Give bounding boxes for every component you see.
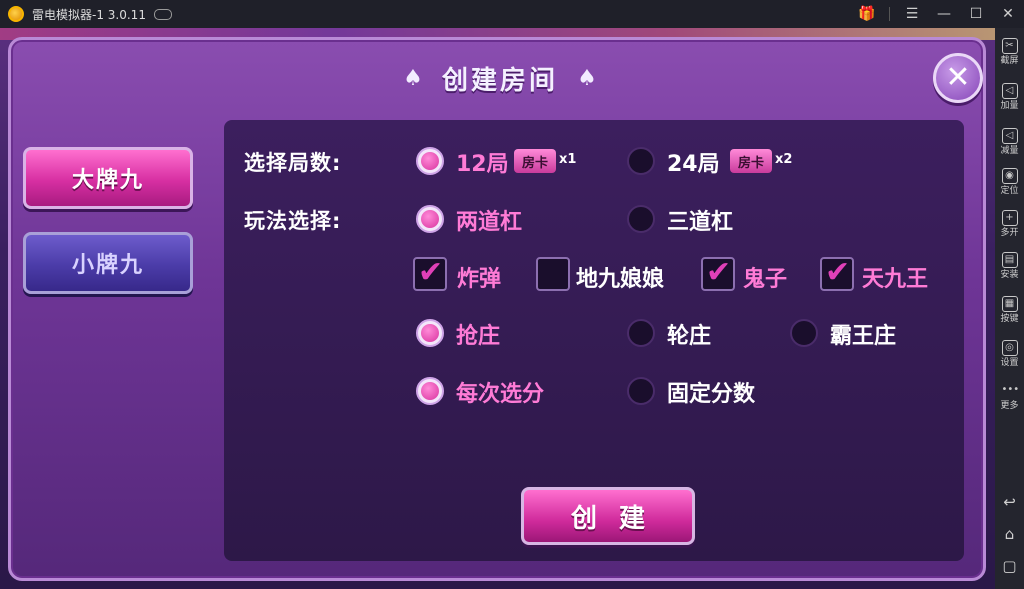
- options-panel: 选择局数: 12局 房卡 x1 24局 房卡 x2 玩法选择: 两道杠 三道杠 …: [224, 120, 964, 561]
- extra-option-label: 天九王: [862, 267, 929, 292]
- toolbar-volume-down[interactable]: ◁ 减量: [995, 128, 1024, 157]
- toolbar-label: 加量: [1000, 101, 1019, 111]
- menu-button[interactable]: ☰: [896, 0, 928, 28]
- check-icon: ✔: [825, 255, 851, 290]
- check-icon: ✔: [418, 255, 444, 290]
- toolbar-label: 更多: [1000, 401, 1019, 411]
- window-controls: 🎁 ☰ — ☐ ✕: [851, 0, 1024, 28]
- spade-icon: ♠: [577, 66, 597, 91]
- toolbar-label: 按键: [1000, 314, 1019, 324]
- spade-icon: ♠: [403, 66, 423, 91]
- dialog-title: 创建房间: [441, 66, 558, 96]
- toolbar-label: 设置: [1000, 358, 1019, 368]
- tab-da-pai-jiu[interactable]: 大牌九: [23, 147, 193, 209]
- toolbar-label: 定位: [1000, 186, 1019, 196]
- toolbar-label: 减量: [1000, 146, 1019, 156]
- create-room-dialog: ♠ 创建房间 ♠ ✕ 大牌九 小牌九 选择局数: 12局 房卡 x1 24局 房…: [8, 37, 986, 581]
- checkbox-bomb[interactable]: ✔: [413, 255, 447, 291]
- game-area: ♠ 创建房间 ♠ ✕ 大牌九 小牌九 选择局数: 12局 房卡 x1 24局 房…: [0, 28, 995, 589]
- radio-12-rounds[interactable]: [416, 147, 444, 175]
- toolbar-label: 多开: [1000, 228, 1019, 238]
- score-option-label: 每次选分: [456, 382, 545, 407]
- radio-fixed-score[interactable]: [627, 377, 655, 405]
- gift-icon[interactable]: 🎁: [851, 0, 883, 28]
- divider: [889, 7, 890, 21]
- window-title: 雷电模拟器-1 3.0.11: [32, 7, 146, 22]
- radio-rotate-banker[interactable]: [627, 319, 655, 347]
- back-icon[interactable]: ↩: [1001, 494, 1018, 511]
- toolbar-multi-open[interactable]: + 多开: [995, 210, 1024, 239]
- radio-choose-score-each-time[interactable]: [416, 377, 444, 405]
- app-logo-icon: [8, 6, 24, 22]
- radio-two-bars[interactable]: [416, 205, 444, 233]
- extra-option-label: 鬼子: [743, 267, 788, 292]
- maximize-button[interactable]: ☐: [960, 0, 992, 28]
- room-card-multiplier: x1: [559, 152, 577, 167]
- minimize-button[interactable]: —: [928, 0, 960, 28]
- window-titlebar: 雷电模拟器-1 3.0.11 🎁 ☰ — ☐ ✕: [0, 0, 1024, 28]
- gamepad-icon[interactable]: [153, 8, 172, 20]
- radio-overlord-banker[interactable]: [790, 319, 818, 347]
- toolbar-volume-up[interactable]: ◁ 加量: [995, 83, 1024, 112]
- settings-icon: ◎: [1001, 340, 1018, 356]
- multi-open-icon: +: [1001, 210, 1018, 226]
- checkbox-tian-jiu-wang[interactable]: ✔: [820, 255, 854, 291]
- extra-option-label: 地九娘娘: [576, 267, 665, 292]
- room-card-badge: 房卡: [730, 149, 772, 173]
- radio-three-bars[interactable]: [627, 205, 655, 233]
- volume-up-icon: ◁: [1001, 83, 1018, 99]
- dialog-header: ♠ 创建房间 ♠: [11, 60, 989, 97]
- room-card-multiplier: x2: [775, 152, 793, 167]
- toolbar-label: 截屏: [1000, 56, 1019, 66]
- toolbar-screenshot[interactable]: ✂ 截屏: [995, 38, 1024, 67]
- toolbar-label: 安装: [1000, 270, 1019, 280]
- score-option-label: 固定分数: [667, 382, 756, 407]
- toolbar-more[interactable]: ••• 更多: [995, 383, 1024, 412]
- toolbar-install[interactable]: ▤ 安装: [995, 252, 1024, 281]
- location-icon: ◉: [1001, 168, 1018, 184]
- apk-install-icon: ▤: [1001, 252, 1018, 268]
- toolbar-keymap[interactable]: ▦ 按键: [995, 296, 1024, 325]
- close-dialog-button[interactable]: ✕: [933, 53, 983, 103]
- play-option-label: 两道杠: [456, 210, 523, 235]
- scissors-icon: ✂: [1001, 38, 1018, 54]
- keyboard-icon: ▦: [1001, 296, 1018, 312]
- check-icon: ✔: [706, 255, 732, 290]
- checkbox-di-jiu-niang-niang[interactable]: [536, 257, 570, 291]
- checkbox-gui-zi[interactable]: ✔: [701, 255, 735, 291]
- tab-xiao-pai-jiu[interactable]: 小牌九: [23, 232, 193, 294]
- radio-grab-banker[interactable]: [416, 319, 444, 347]
- more-icon: •••: [1001, 384, 1020, 395]
- room-card-badge: 房卡: [514, 149, 556, 173]
- banker-option-label: 轮庄: [667, 324, 712, 349]
- close-icon: ✕: [945, 60, 971, 95]
- banker-option-label: 霸王庄: [830, 324, 897, 349]
- rounds-option-label: 12局: [456, 152, 509, 177]
- play-style-label: 玩法选择:: [244, 209, 342, 233]
- create-room-button[interactable]: 创建: [521, 487, 695, 545]
- recent-apps-icon[interactable]: ▢: [1001, 558, 1018, 575]
- banker-option-label: 抢庄: [456, 324, 501, 349]
- toolbar-settings[interactable]: ◎ 设置: [995, 340, 1024, 369]
- close-window-button[interactable]: ✕: [992, 0, 1024, 28]
- rounds-option-label: 24局: [667, 152, 720, 177]
- emulator-toolbar: ✂ 截屏 ◁ 加量 ◁ 减量 ◉ 定位 + 多开 ▤ 安装 ▦ 按键 ◎ 设置: [995, 28, 1024, 589]
- toolbar-location[interactable]: ◉ 定位: [995, 168, 1024, 197]
- rounds-label: 选择局数:: [244, 151, 342, 175]
- play-option-label: 三道杠: [667, 210, 734, 235]
- extra-option-label: 炸弹: [457, 267, 502, 292]
- volume-down-icon: ◁: [1001, 128, 1018, 144]
- radio-24-rounds[interactable]: [627, 147, 655, 175]
- home-icon[interactable]: ⌂: [1001, 526, 1018, 543]
